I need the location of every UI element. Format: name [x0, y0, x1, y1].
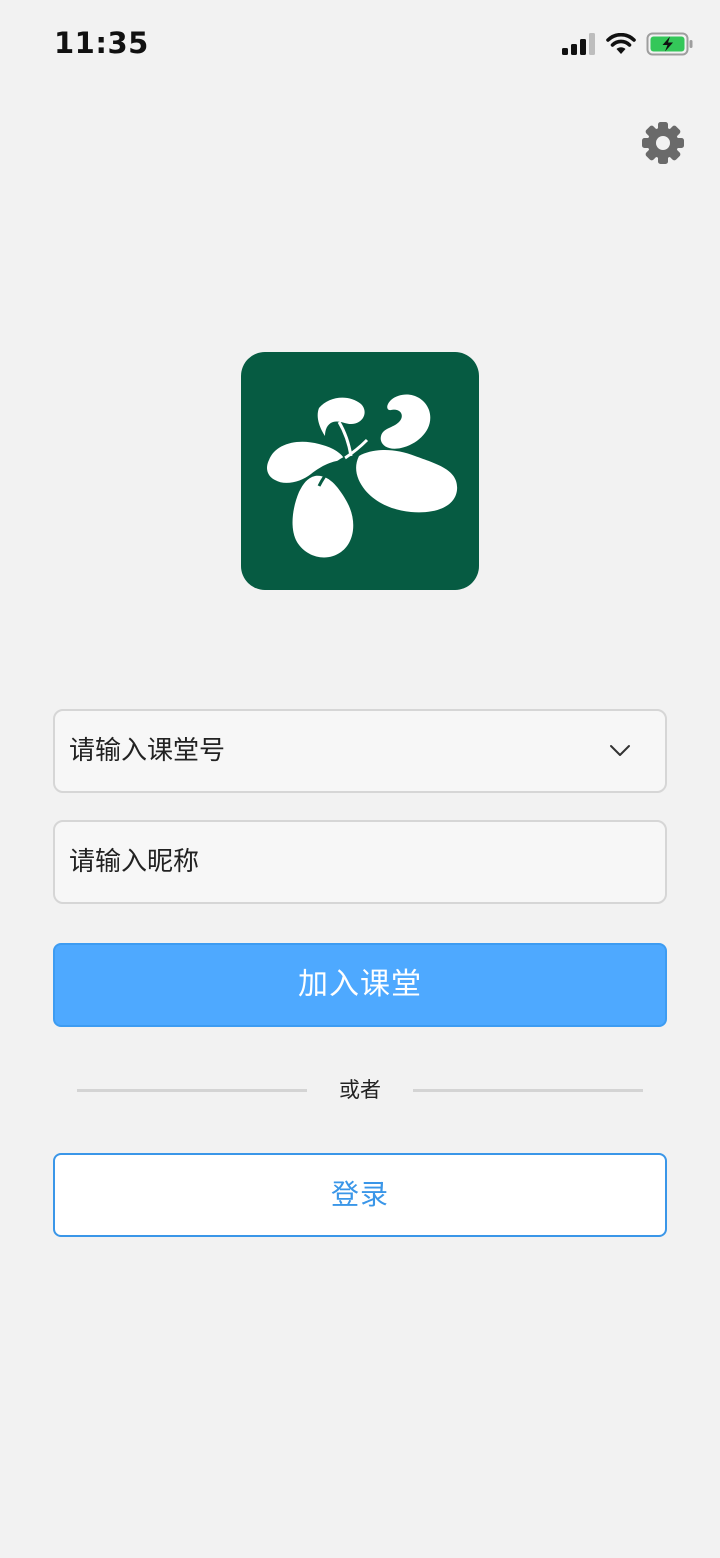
chevron-down-icon[interactable]: [609, 743, 631, 759]
divider-text: 或者: [339, 1078, 381, 1102]
class-number-select[interactable]: 请输入课堂号: [53, 709, 667, 793]
divider-line-right: [413, 1089, 643, 1092]
join-class-button[interactable]: 加入课堂: [53, 943, 667, 1027]
battery-charging-icon: [646, 32, 694, 56]
signal-icon: [562, 33, 596, 55]
status-icons: [562, 32, 694, 56]
app-logo: [241, 352, 479, 590]
wifi-icon: [606, 33, 636, 55]
nickname-field[interactable]: 请输入昵称: [53, 820, 667, 904]
settings-button[interactable]: [640, 120, 686, 166]
divider-line-left: [77, 1089, 307, 1092]
status-bar: 11:35: [0, 0, 720, 90]
login-button[interactable]: 登录: [53, 1153, 667, 1237]
nickname-placeholder: 请输入昵称: [69, 847, 200, 877]
class-number-placeholder: 请输入课堂号: [69, 736, 226, 766]
gear-icon: [640, 122, 686, 170]
status-time: 11:35: [54, 26, 149, 60]
